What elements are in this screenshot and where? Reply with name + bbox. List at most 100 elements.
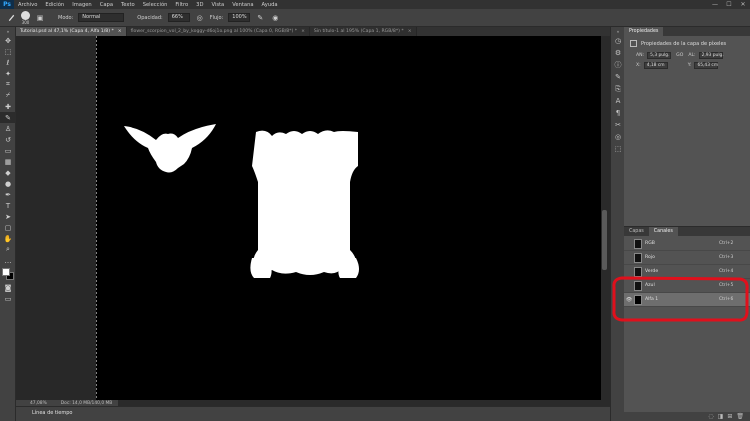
load-selection-icon[interactable]: ◌ (708, 413, 713, 420)
options-bar: 300 ▣ Modo: Normal Opacidad: 66% ◎ Flujo… (0, 9, 750, 27)
quick-mask-icon[interactable]: ◙ (0, 282, 16, 293)
crop-tool-icon[interactable]: ⌗ (0, 79, 16, 90)
brush-tool-active-icon[interactable]: ✎ (0, 112, 16, 123)
an-field[interactable]: 5,3 pulg. (647, 52, 672, 59)
tab-tutorial[interactable]: Tutorial.psd al 47,1% (Capa 4, Alfa 1/8)… (16, 27, 127, 36)
new-channel-icon[interactable]: ⊞ (727, 413, 732, 420)
tab-close-icon[interactable]: × (408, 27, 412, 36)
red-highlight-annotation (612, 276, 749, 322)
lasso-tool-icon[interactable]: ℓ (0, 57, 16, 68)
hand-tool-icon[interactable]: ✋ (0, 233, 16, 244)
menu-ayuda[interactable]: Ayuda (258, 2, 282, 8)
tab-sin-titulo[interactable]: Sin título-1 al 195% (Capa 1, RGB/8*) * … (309, 27, 417, 36)
brush-preset-picker[interactable]: 300 (21, 10, 30, 25)
tab-label: flower_scorpion_vol_2_by_koggy-d6oj1o.pn… (130, 29, 298, 34)
toolbar-grip-icon[interactable]: » (0, 27, 16, 35)
al-field[interactable]: 2,93 pulg. (698, 52, 724, 59)
tab-capas[interactable]: Capas (624, 227, 649, 236)
timeline-panel: Línea de tiempo (16, 406, 610, 421)
dodge-tool-icon[interactable]: ● (0, 178, 16, 189)
more-tools-icon[interactable]: … (0, 255, 16, 266)
screen-mode-icon[interactable]: ▭ (0, 293, 16, 304)
properties-tabbar: Propiedades (624, 27, 750, 36)
menu-seleccion[interactable]: Selección (139, 2, 172, 8)
brush-size: 300 (21, 19, 30, 25)
path-select-tool-icon[interactable]: ➤ (0, 211, 16, 222)
tools-presets-icon[interactable]: ✂ (611, 119, 625, 131)
channel-row-rojo[interactable]: Rojo Ctrl+3 (624, 251, 750, 265)
tab-close-icon[interactable]: × (301, 27, 305, 36)
maximize-button[interactable]: ☐ (722, 0, 736, 9)
mode-select[interactable]: Normal (78, 13, 125, 22)
channel-name: Rojo (645, 255, 655, 260)
menu-ventana[interactable]: Ventana (228, 2, 257, 8)
timeline-tab[interactable]: Línea de tiempo (32, 410, 72, 416)
paragraph-panel-icon[interactable]: ¶ (611, 107, 625, 119)
dock-grip-icon[interactable]: « (611, 27, 625, 35)
tab-canales[interactable]: Canales (648, 227, 678, 236)
pressure-opacity-icon[interactable]: ◎ (195, 13, 205, 23)
character-panel-icon[interactable]: A (611, 95, 625, 107)
brush-settings-icon[interactable]: ✎ (611, 71, 625, 83)
link-go[interactable]: GO (676, 53, 683, 58)
flow-field[interactable]: 100% (228, 13, 251, 22)
menu-3d[interactable]: 3D (192, 2, 207, 8)
stamp-tool-icon[interactable]: ♙ (0, 123, 16, 134)
opacity-field[interactable]: 66% (167, 13, 190, 22)
canvas-area[interactable] (16, 36, 616, 400)
properties-panel-icon[interactable]: ⚙ (611, 47, 625, 59)
history-brush-tool-icon[interactable]: ↺ (0, 134, 16, 145)
quick-select-tool-icon[interactable]: ✦ (0, 68, 16, 79)
airbrush-icon[interactable]: ✎ (255, 13, 265, 23)
paths-panel-icon[interactable]: ⬚ (611, 143, 625, 155)
tab-label: Sin título-1 al 195% (Capa 1, RGB/8*) * (313, 29, 404, 34)
zoom-level[interactable]: 47,08% (30, 401, 47, 406)
tab-close-icon[interactable]: × (118, 27, 122, 36)
photoshop-window: Ps Archivo Edición Imagen Capa Texto Sel… (0, 0, 750, 421)
shape-tool-icon[interactable]: ▢ (0, 222, 16, 233)
brush-tool-icon[interactable] (6, 13, 16, 23)
menu-archivo[interactable]: Archivo (14, 2, 41, 8)
menu-imagen[interactable]: Imagen (68, 2, 96, 8)
channels-tabbar: Capas Canales (624, 227, 750, 236)
flow-label: Flujo: (209, 14, 224, 21)
brush-panel-icon[interactable]: ▣ (35, 13, 45, 23)
move-tool-icon[interactable]: ✥ (0, 35, 16, 46)
menu-edicion[interactable]: Edición (41, 2, 68, 8)
mode-label: Modo: (58, 14, 74, 21)
foreground-color-swatch[interactable] (2, 268, 10, 276)
blur-tool-icon[interactable]: ◆ (0, 167, 16, 178)
eraser-tool-icon[interactable]: ▭ (0, 145, 16, 156)
healing-tool-icon[interactable]: ✚ (0, 101, 16, 112)
menu-vista[interactable]: Vista (207, 2, 228, 8)
info-panel-icon[interactable]: ⓘ (611, 59, 625, 71)
pressure-size-icon[interactable]: ◉ (270, 13, 280, 23)
eyedropper-tool-icon[interactable]: ⌿ (0, 90, 16, 101)
menu-capa[interactable]: Capa (96, 2, 117, 8)
pen-tool-icon[interactable]: ✒ (0, 189, 16, 200)
channel-thumbnail (634, 238, 642, 249)
gradient-tool-icon[interactable]: ▦ (0, 156, 16, 167)
clone-source-icon[interactable]: ⎘ (611, 83, 625, 95)
x-label: X: (636, 63, 641, 68)
navigator-panel-icon[interactable]: ◎ (611, 131, 625, 143)
close-button[interactable]: ✕ (736, 0, 750, 9)
tab-propiedades[interactable]: Propiedades (624, 27, 664, 36)
marquee-tool-icon[interactable]: ⬚ (0, 46, 16, 57)
y-field[interactable]: 65,43 cm (694, 62, 719, 69)
zoom-tool-icon[interactable]: ⌕ (0, 244, 16, 255)
type-tool-icon[interactable]: T (0, 200, 16, 211)
menu-texto[interactable]: Texto (117, 2, 139, 8)
color-swatches[interactable] (0, 266, 16, 282)
tab-flower-scorpion[interactable]: flower_scorpion_vol_2_by_koggy-d6oj1o.pn… (126, 27, 310, 36)
document-canvas[interactable] (96, 36, 616, 400)
delete-channel-icon[interactable]: 🗑 (736, 413, 744, 420)
save-selection-icon[interactable]: ◨ (718, 413, 724, 420)
channel-row-rgb[interactable]: RGB Ctrl+2 (624, 237, 750, 251)
history-panel-icon[interactable]: ◷ (611, 35, 625, 47)
doc-size[interactable]: Doc: 14,0 MB/140,0 MB (61, 401, 113, 406)
vertical-scroll-thumb[interactable] (602, 210, 607, 270)
x-field[interactable]: 4,18 cm (643, 62, 668, 69)
minimize-button[interactable]: — (708, 0, 722, 9)
menu-filtro[interactable]: Filtro (171, 2, 192, 8)
